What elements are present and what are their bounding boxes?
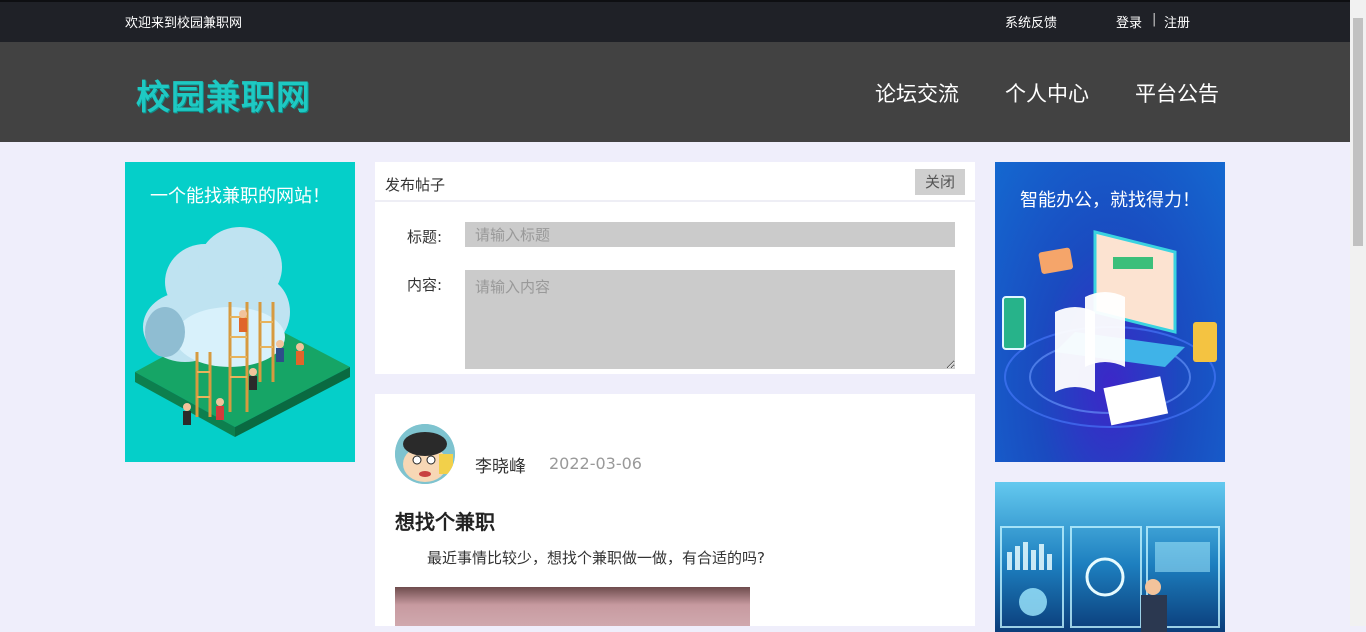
post-date: 2022-03-06 — [549, 454, 642, 473]
feedback-link[interactable]: 系统反馈 — [1005, 12, 1057, 31]
nav-forum[interactable]: 论坛交流 — [875, 78, 959, 108]
post-card: 李晓峰 2022-03-06 想找个兼职 最近事情比较少，想找个兼职做一做，有合… — [375, 394, 975, 626]
login-register-separator: | — [1152, 12, 1157, 27]
cloud-ladder-illustration — [135, 227, 350, 437]
login-link[interactable]: 登录 — [1116, 12, 1142, 31]
post-form-panel: 发布帖子 关闭 标题: 内容: — [375, 162, 975, 374]
right-ad-banner-tech[interactable] — [995, 482, 1225, 632]
scrollbar-thumb[interactable] — [1353, 18, 1363, 246]
tech-dashboard-illustration — [1000, 526, 1220, 632]
right-ad-banner-office[interactable]: 智能办公，就找得力！ — [995, 162, 1225, 462]
post-title[interactable]: 想找个兼职 — [395, 506, 495, 535]
content-label: 内容: — [407, 276, 443, 294]
left-ad-banner[interactable]: 一个能找兼职的网站！ — [125, 162, 355, 462]
office-illustration — [1002, 230, 1217, 428]
register-link[interactable]: 注册 — [1164, 12, 1190, 31]
author-avatar[interactable] — [395, 424, 455, 484]
post-author[interactable]: 李晓峰 — [475, 452, 526, 477]
close-button[interactable]: 关闭 — [915, 169, 965, 195]
post-body: 最近事情比较少，想找个兼职做一做，有合适的吗? — [427, 549, 765, 567]
post-image[interactable] — [395, 587, 750, 626]
nav-announcements[interactable]: 平台公告 — [1135, 78, 1219, 108]
page-scrollbar[interactable] — [1350, 0, 1366, 626]
post-form-header: 发布帖子 关闭 — [375, 162, 975, 202]
site-logo[interactable]: 校园兼职网 — [136, 70, 311, 119]
top-bar: 欢迎来到校园兼职网 系统反馈 登录 | 注册 — [0, 0, 1350, 42]
site-header: 校园兼职网 论坛交流 个人中心 平台公告 — [0, 42, 1350, 142]
post-form-title: 发布帖子 — [385, 176, 446, 194]
nav-personal-center[interactable]: 个人中心 — [1005, 78, 1089, 108]
welcome-text: 欢迎来到校园兼职网 — [125, 16, 243, 31]
post-content-textarea[interactable] — [465, 270, 955, 369]
post-title-input[interactable] — [465, 222, 955, 247]
title-label: 标题: — [407, 228, 443, 246]
